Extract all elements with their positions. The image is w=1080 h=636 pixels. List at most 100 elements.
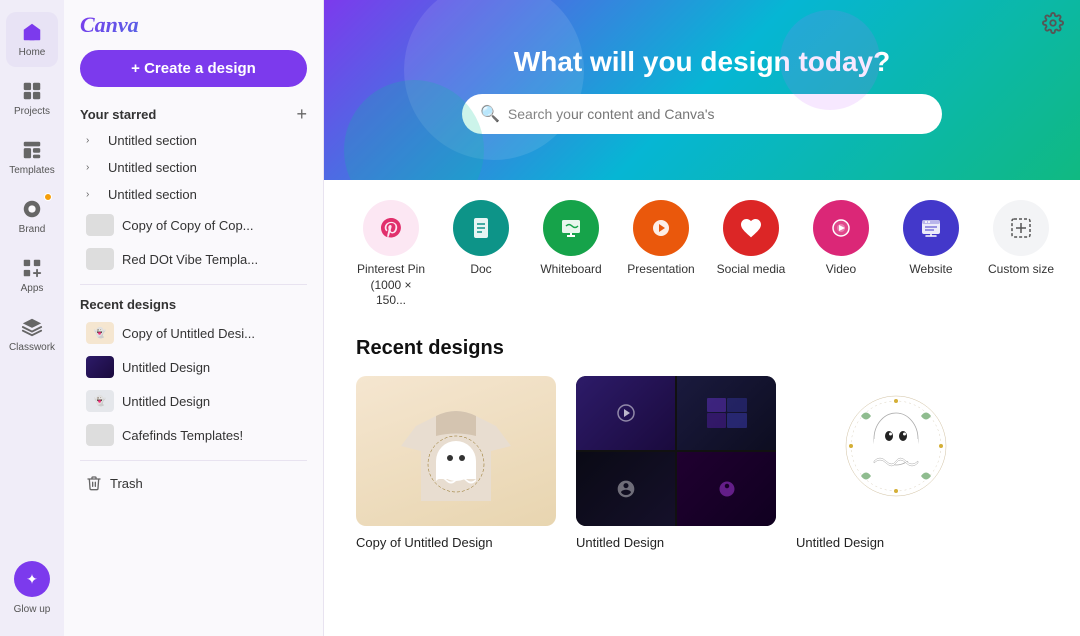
sidebar-header: Canva + Create a design	[64, 0, 323, 95]
brand-icon	[20, 197, 44, 221]
social-label: Social media	[717, 262, 786, 278]
quick-action-custom[interactable]: Custom size	[986, 200, 1056, 309]
video-label: Video	[826, 262, 856, 278]
recent-designs-label: Recent designs	[64, 293, 323, 316]
recent-designs-title: Recent designs	[356, 337, 1048, 360]
icon-nav: Home Projects Templates Brand Apps Class…	[0, 0, 64, 636]
video-cell-4	[677, 452, 776, 526]
apps-icon	[20, 256, 44, 280]
search-input[interactable]	[508, 106, 924, 122]
templates-label: Templates	[9, 165, 55, 177]
quick-action-social[interactable]: Social media	[716, 200, 786, 309]
hero-banner: What will you design today? 🔍	[324, 0, 1080, 180]
search-icon: 🔍	[480, 104, 500, 124]
untitled-section-1[interactable]: › Untitled section	[70, 127, 317, 154]
video-grid-visual	[576, 376, 776, 526]
recent-item-label-4: Cafefinds Templates!	[122, 428, 243, 443]
trash-label: Trash	[110, 476, 143, 491]
pinterest-label: Pinterest Pin(1000 × 150...	[356, 262, 426, 309]
hero-decor-2	[344, 80, 484, 180]
design-thumb-2	[576, 376, 776, 526]
hero-decor-1	[404, 0, 584, 160]
untitled-section-label-2: Untitled section	[108, 160, 197, 175]
untitled-section-2[interactable]: › Untitled section	[70, 154, 317, 181]
recent-section: Recent designs	[324, 329, 1080, 572]
brand-label: Brand	[19, 224, 46, 236]
classwork-icon	[20, 315, 44, 339]
recent-thumb-3: 👻	[86, 390, 114, 412]
design-card-3[interactable]: Untitled Design	[796, 376, 996, 552]
projects-label: Projects	[14, 106, 50, 118]
recent-thumb-2	[86, 356, 114, 378]
recent-item-1[interactable]: 👻 Copy of Untitled Desi...	[70, 316, 317, 350]
canva-logo: Canva	[80, 12, 307, 38]
settings-icon	[1042, 12, 1064, 34]
design-card-1[interactable]: Copy of Untitled Design	[356, 376, 556, 552]
chevron-icon-2: ›	[86, 162, 100, 173]
trash-icon	[86, 475, 102, 491]
quick-action-presentation[interactable]: Presentation	[626, 200, 696, 309]
starred-item-label-2: Red DOt Vibe Templa...	[122, 252, 258, 267]
starred-item-label-1: Copy of Copy of Cop...	[122, 218, 254, 233]
sidebar-item-home[interactable]: Home	[6, 12, 58, 67]
glowup-label: Glow up	[14, 604, 51, 616]
apps-label: Apps	[21, 283, 44, 295]
whiteboard-icon	[543, 200, 599, 256]
social-icon	[723, 200, 779, 256]
sidebar-item-templates[interactable]: Templates	[6, 130, 58, 185]
website-label: Website	[909, 262, 952, 278]
presentation-label: Presentation	[627, 262, 694, 278]
untitled-section-3[interactable]: › Untitled section	[70, 181, 317, 208]
brand-badge	[44, 193, 52, 201]
video-cell-3	[576, 452, 675, 526]
untitled-section-label-3: Untitled section	[108, 187, 197, 202]
quick-action-website[interactable]: Website	[896, 200, 966, 309]
custom-icon	[993, 200, 1049, 256]
search-bar: 🔍	[462, 94, 942, 134]
whiteboard-label: Whiteboard	[540, 262, 601, 278]
sidebar-item-brand[interactable]: Brand	[6, 189, 58, 244]
design-card-2[interactable]: Untitled Design	[576, 376, 776, 552]
untitled-section-label-1: Untitled section	[108, 133, 197, 148]
starred-item-1[interactable]: Copy of Copy of Cop...	[70, 208, 317, 242]
settings-button[interactable]	[1042, 12, 1064, 40]
sidebar-item-glowup[interactable]: ✦ Glow up	[6, 553, 58, 624]
starred-item-2[interactable]: Red DOt Vibe Templa...	[70, 242, 317, 276]
create-design-button[interactable]: + Create a design	[80, 50, 307, 87]
sidebar-item-projects[interactable]: Projects	[6, 71, 58, 126]
sidebar-divider-2	[80, 460, 307, 461]
recent-thumb-4	[86, 424, 114, 446]
recent-item-3[interactable]: 👻 Untitled Design	[70, 384, 317, 418]
hero-title: What will you design today?	[514, 46, 890, 78]
quick-action-pinterest[interactable]: Pinterest Pin(1000 × 150...	[356, 200, 426, 309]
quick-action-video[interactable]: Video	[806, 200, 876, 309]
recent-item-label-3: Untitled Design	[122, 394, 210, 409]
ghost-illustration-visual	[796, 376, 996, 526]
sweatshirt-visual	[356, 376, 556, 526]
sidebar: Canva + Create a design Your starred + ›…	[64, 0, 324, 636]
recent-item-label-2: Untitled Design	[122, 360, 210, 375]
recent-item-label-1: Copy of Untitled Desi...	[122, 326, 255, 341]
sidebar-item-apps[interactable]: Apps	[6, 248, 58, 303]
starred-section-label: Your starred	[80, 107, 156, 122]
sidebar-item-classwork[interactable]: Classwork	[6, 307, 58, 362]
recent-item-4[interactable]: Cafefinds Templates!	[70, 418, 317, 452]
starred-add-button[interactable]: +	[296, 105, 307, 123]
home-icon	[20, 20, 44, 44]
design-thumb-1	[356, 376, 556, 526]
video-cell-1	[576, 376, 675, 450]
design-card-title-1: Copy of Untitled Design	[356, 535, 493, 550]
projects-icon	[20, 79, 44, 103]
quick-action-whiteboard[interactable]: Whiteboard	[536, 200, 606, 309]
settings-area	[1042, 12, 1064, 40]
design-thumb-3	[796, 376, 996, 526]
doc-icon	[453, 200, 509, 256]
recent-item-2[interactable]: Untitled Design	[70, 350, 317, 384]
design-card-title-2: Untitled Design	[576, 535, 664, 550]
quick-action-doc[interactable]: Doc	[446, 200, 516, 309]
classwork-label: Classwork	[9, 342, 55, 354]
trash-item[interactable]: Trash	[70, 469, 317, 497]
website-icon	[903, 200, 959, 256]
chevron-icon-1: ›	[86, 135, 100, 146]
quick-actions: Pinterest Pin(1000 × 150... Doc Whiteboa…	[324, 180, 1080, 329]
